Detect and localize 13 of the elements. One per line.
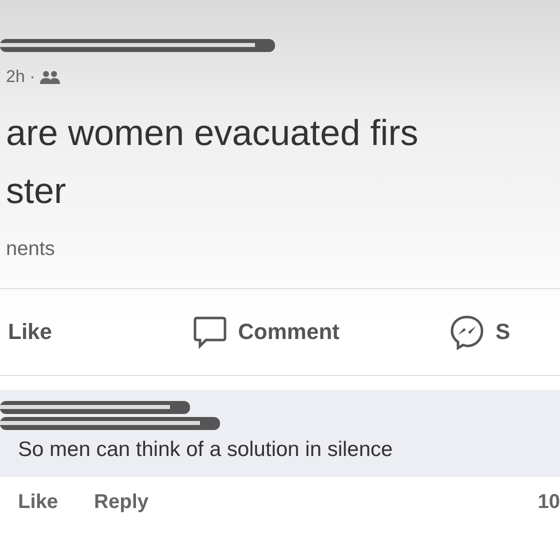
like-button[interactable]: Like	[8, 315, 52, 348]
messenger-icon	[449, 314, 486, 350]
comment-action[interactable]: Like	[18, 487, 58, 517]
friends-icon	[40, 70, 60, 84]
share-button[interactable]: S	[449, 314, 510, 350]
comment-text: So men can think of a solution in silence	[18, 436, 394, 462]
comment-action[interactable]: Reply	[94, 487, 148, 517]
comment-time: 10	[538, 490, 560, 515]
post-text: are women evacuated firs	[6, 110, 420, 154]
comments-count[interactable]: nents	[6, 234, 560, 264]
comment-button[interactable]: Comment	[192, 314, 340, 350]
post-text: ster	[6, 168, 68, 212]
post-time: 2h ·	[6, 66, 36, 88]
